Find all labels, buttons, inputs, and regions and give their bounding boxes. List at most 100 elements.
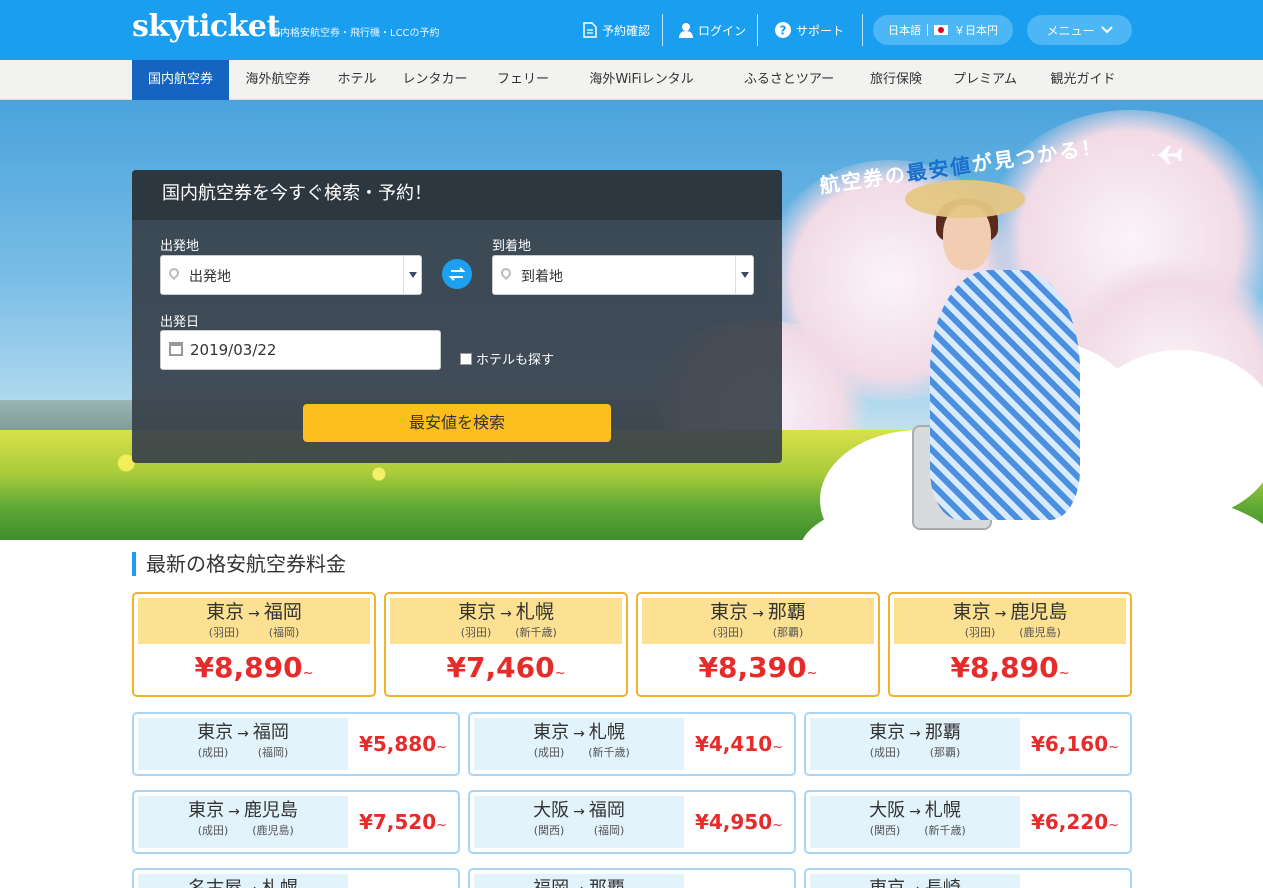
- origin-airport: (関西): [533, 824, 565, 837]
- chevron-down-icon: [1100, 23, 1113, 37]
- fare-card[interactable]: 東京 → 福岡 (成田) (福岡) ¥5,880~: [132, 712, 460, 776]
- locale-selector[interactable]: 日本語 ￥日本円: [873, 15, 1013, 45]
- fare-card[interactable]: 東京 → 札幌 (成田) (新千歳) ¥4,410~: [468, 712, 796, 776]
- featured-fare-card[interactable]: 東京 → 札幌 (羽田) (新千歳) ¥7,460~: [384, 592, 628, 697]
- fare-price-value: ¥6,220: [1030, 810, 1109, 834]
- origin-city: 東京: [952, 601, 991, 623]
- route-airports: (関西) (新千歳): [810, 824, 1020, 838]
- search-cheapest-button[interactable]: 最安値を検索: [303, 404, 611, 442]
- hotel-search-checkbox-label[interactable]: ホテルも探す: [476, 349, 554, 368]
- route-airports: (成田) (鹿児島): [138, 824, 348, 838]
- fare-price-value: ¥8,890: [950, 651, 1059, 684]
- route-airports: (羽田) (那覇): [642, 626, 874, 640]
- login-label: ログイン: [698, 23, 747, 38]
- destination-city: 札幌: [515, 601, 554, 623]
- tab-international-flights[interactable]: 海外航空券: [236, 60, 320, 100]
- route-cities: 東京 → 札幌: [390, 598, 622, 626]
- destination-select[interactable]: 到着地: [492, 255, 754, 295]
- destination-airport: (新千歳): [924, 824, 966, 837]
- fare-card[interactable]: 大阪 → 福岡 (関西) (福岡) ¥4,950~: [468, 790, 796, 854]
- tab-rental-car[interactable]: レンタカー: [396, 60, 474, 100]
- arrow-right-icon: →: [573, 726, 585, 742]
- flag-japan-icon: [934, 25, 948, 35]
- login-link[interactable]: ログイン: [679, 18, 746, 42]
- fare-price-suffix: ~: [1108, 740, 1120, 755]
- site-logo[interactable]: skyticket: [132, 9, 280, 44]
- origin-city: 東京: [533, 722, 570, 743]
- origin-city: 大阪: [869, 800, 906, 821]
- origin-city: 東京: [869, 878, 905, 888]
- tab-ferry[interactable]: フェリー: [486, 60, 560, 100]
- destination-city: 那覇: [589, 878, 625, 888]
- fare-card[interactable]: 東京 → 長崎: [804, 868, 1132, 888]
- fare-card[interactable]: 東京 → 那覇 (成田) (那覇) ¥6,160~: [804, 712, 1132, 776]
- support-label: サポート: [796, 23, 845, 38]
- departure-date-value: 2019/03/22: [190, 341, 277, 359]
- origin-city: 東京: [188, 800, 225, 821]
- destination-city: 那覇: [924, 722, 961, 743]
- route-cities: 大阪 → 札幌: [810, 796, 1020, 824]
- currency-label: ￥日本円: [954, 24, 998, 37]
- destination-city: 福岡: [263, 601, 302, 623]
- destination-select-value: 到着地: [521, 269, 563, 285]
- origin-city: 東京: [710, 601, 749, 623]
- origin-airport: (羽田): [712, 626, 744, 639]
- tab-hotels[interactable]: ホテル: [327, 60, 387, 100]
- support-link[interactable]: ? サポート: [775, 18, 844, 42]
- menu-button[interactable]: メニュー: [1027, 15, 1132, 45]
- fare-card[interactable]: 大阪 → 札幌 (関西) (新千歳) ¥6,220~: [804, 790, 1132, 854]
- arrow-right-icon: →: [500, 606, 512, 622]
- destination-label: 到着地: [492, 239, 532, 254]
- location-pin-icon: [498, 265, 514, 281]
- arrow-right-icon: →: [909, 882, 921, 888]
- tab-domestic-flights[interactable]: 国内航空券: [132, 60, 229, 100]
- locale-divider: [927, 24, 928, 36]
- fare-price-value: ¥8,390: [698, 651, 807, 684]
- arrow-right-icon: →: [909, 726, 921, 742]
- swap-icon[interactable]: [442, 259, 472, 289]
- featured-fare-card[interactable]: 東京 → 那覇 (羽田) (那覇) ¥8,390~: [636, 592, 880, 697]
- hotel-search-checkbox[interactable]: [460, 353, 472, 365]
- route-info: 東京 → 札幌 (成田) (新千歳): [474, 718, 684, 770]
- destination-airport: (那覇): [929, 746, 961, 759]
- destination-city: 福岡: [588, 800, 625, 821]
- destination-airport: (福岡): [257, 746, 289, 759]
- arrow-right-icon: →: [248, 606, 260, 622]
- tab-travel-insurance[interactable]: 旅行保険: [862, 60, 930, 100]
- fare-price-value: ¥8,890: [194, 651, 303, 684]
- fare-price: ¥8,890~: [890, 646, 1130, 696]
- booking-check-link[interactable]: 予約確認: [583, 18, 650, 42]
- search-panel-heading: 国内航空券を今すぐ検索・予約！: [132, 170, 782, 220]
- fare-card[interactable]: 福岡 → 那覇: [468, 868, 796, 888]
- tab-premium[interactable]: プレミアム: [946, 60, 1024, 100]
- route-airports: (羽田) (福岡): [138, 626, 370, 640]
- origin-airport: (関西): [869, 824, 901, 837]
- language-label: 日本語: [888, 24, 921, 37]
- tab-furusato-tour[interactable]: ふるさとツアー: [740, 60, 838, 100]
- fare-price-value: ¥4,950: [694, 810, 773, 834]
- route-cities: 東京 → 札幌: [474, 718, 684, 746]
- fare-card[interactable]: 名古屋 → 札幌: [132, 868, 460, 888]
- destination-airport: (那覇): [772, 626, 804, 639]
- route-info: 大阪 → 福岡 (関西) (福岡): [474, 796, 684, 848]
- featured-fare-card[interactable]: 東京 → 福岡 (羽田) (福岡) ¥8,890~: [132, 592, 376, 697]
- origin-city: 東京: [458, 601, 497, 623]
- tab-travel-guide[interactable]: 観光ガイド: [1044, 60, 1122, 100]
- destination-airport: (新千歳): [515, 626, 557, 639]
- route-info: 東京 → 鹿児島 (羽田) (鹿児島): [894, 598, 1126, 644]
- fare-card[interactable]: 東京 → 鹿児島 (成田) (鹿児島) ¥7,520~: [132, 790, 460, 854]
- fare-price-suffix: ~: [772, 818, 784, 833]
- model-dress: [930, 270, 1080, 520]
- featured-fare-card[interactable]: 東京 → 鹿児島 (羽田) (鹿児島) ¥8,890~: [888, 592, 1132, 697]
- origin-select[interactable]: 出発地: [160, 255, 422, 295]
- destination-airport: (鹿児島): [1019, 626, 1061, 639]
- destination-city: 那覇: [767, 601, 806, 623]
- origin-airport: (羽田): [964, 626, 996, 639]
- dropdown-arrow-icon: [735, 256, 753, 294]
- departure-date-input[interactable]: 2019/03/22: [160, 330, 441, 370]
- origin-city: 福岡: [533, 878, 569, 888]
- origin-airport: (成田): [533, 746, 565, 759]
- tab-wifi-rental[interactable]: 海外WiFiレンタル: [584, 60, 699, 100]
- fare-price: ¥7,460~: [386, 646, 626, 696]
- svg-text:?: ?: [780, 24, 787, 38]
